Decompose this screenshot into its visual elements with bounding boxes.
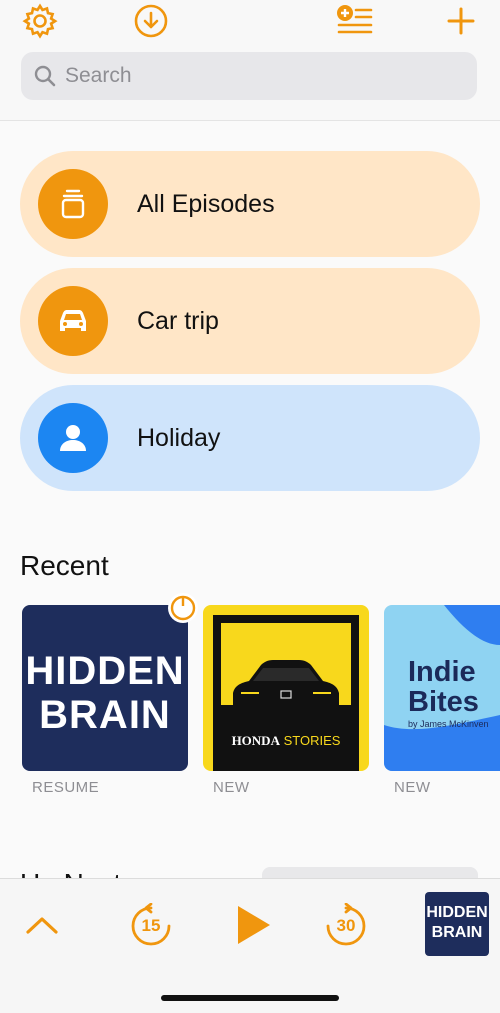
now-playing-artwork[interactable]: HIDDEN BRAIN bbox=[425, 892, 489, 956]
skip-back-seconds: 15 bbox=[141, 916, 161, 935]
filter-all-episodes[interactable]: All Episodes bbox=[20, 151, 480, 257]
top-bar bbox=[0, 0, 500, 121]
recent-podcast-indie-bites[interactable]: Indie Bites by James McKinven bbox=[384, 605, 500, 771]
next-section-clip: Up Next bbox=[0, 860, 500, 878]
home-indicator bbox=[161, 995, 339, 1001]
recent-podcast-hidden-brain[interactable]: HIDDEN BRAIN bbox=[22, 605, 188, 771]
car-illustration bbox=[233, 660, 339, 711]
download-icon[interactable] bbox=[131, 2, 171, 40]
add-to-queue-icon[interactable] bbox=[334, 2, 374, 40]
recent-section-title: Recent bbox=[20, 550, 109, 581]
progress-ring-icon bbox=[168, 593, 198, 623]
skip-forward-seconds: 30 bbox=[336, 916, 356, 935]
filter-label: Car trip bbox=[137, 306, 219, 335]
episode-status: NEW bbox=[213, 779, 250, 796]
car-icon bbox=[38, 286, 108, 356]
skip-forward-button[interactable]: 30 bbox=[323, 903, 369, 949]
episodes-stack-icon bbox=[38, 169, 108, 239]
artwork-text: Indie Bites bbox=[408, 656, 479, 718]
chevron-up-icon[interactable] bbox=[20, 903, 64, 947]
plus-icon[interactable] bbox=[441, 2, 481, 40]
search-input[interactable] bbox=[63, 63, 447, 89]
artwork-text: BRAIN bbox=[39, 693, 171, 737]
search-icon bbox=[34, 65, 56, 87]
play-button[interactable] bbox=[228, 899, 276, 951]
search-bar[interactable] bbox=[21, 52, 477, 100]
episode-status: NEW bbox=[394, 779, 431, 796]
skip-back-button[interactable]: 15 bbox=[128, 903, 174, 949]
recent-podcast-honda-stories[interactable]: HONDA STORIES bbox=[203, 605, 369, 771]
artwork-byline: by James McKinven bbox=[408, 719, 489, 729]
filter-label: All Episodes bbox=[137, 189, 275, 218]
filter-label: Holiday bbox=[137, 423, 221, 452]
episode-status: RESUME bbox=[32, 779, 100, 796]
person-icon bbox=[38, 403, 108, 473]
mini-player: 15 30 HIDDEN BRAIN bbox=[0, 878, 500, 1013]
filter-holiday[interactable]: Holiday bbox=[20, 385, 480, 491]
play-icon bbox=[238, 906, 270, 944]
artwork-text: HIDDEN bbox=[25, 649, 185, 693]
gear-icon[interactable] bbox=[20, 2, 60, 40]
filter-car-trip[interactable]: Car trip bbox=[20, 268, 480, 374]
view-mode-segmented-control[interactable] bbox=[262, 867, 478, 878]
next-section-title: Up Next bbox=[20, 868, 121, 878]
artwork-title: HONDA STORIES bbox=[231, 733, 341, 748]
